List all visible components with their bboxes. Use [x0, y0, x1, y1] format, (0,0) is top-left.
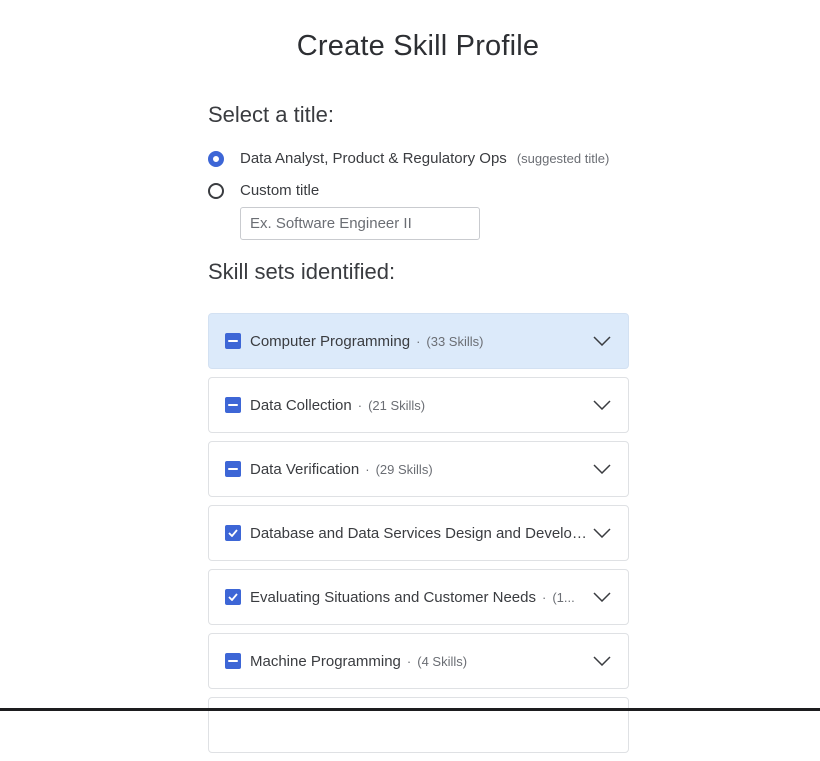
separator-dot: ·: [357, 397, 363, 413]
custom-title-input[interactable]: [240, 207, 480, 240]
skill-set-item[interactable]: Machine Programming · (4 Skills): [208, 633, 629, 689]
suggested-title-note: (suggested title): [516, 151, 610, 166]
checkbox-indeterminate-icon[interactable]: [225, 333, 241, 349]
chevron-down-icon[interactable]: [592, 459, 612, 479]
skill-sets-heading: Skill sets identified:: [208, 259, 396, 284]
skill-set-item[interactable]: Data Verification · (29 Skills): [208, 441, 629, 497]
checkbox-indeterminate-icon[interactable]: [225, 461, 241, 477]
separator-dot: ·: [542, 589, 547, 605]
custom-title-option[interactable]: Custom title: [208, 182, 319, 199]
skill-set-name: Evaluating Situations and Customer Needs: [250, 588, 536, 606]
radio-selected-icon[interactable]: [208, 150, 224, 167]
suggested-title-label: Data Analyst, Product & Regulatory Ops: [240, 150, 507, 167]
skill-set-item[interactable]: Evaluating Situations and Customer Needs…: [208, 569, 629, 625]
chevron-down-icon[interactable]: [592, 587, 612, 607]
radio-unselected-icon[interactable]: [208, 182, 224, 199]
select-title-heading: Select a title:: [208, 102, 334, 127]
checkbox-checked-icon[interactable]: [225, 525, 241, 541]
skill-set-name: Database and Data Services Design and De…: [250, 524, 590, 542]
chevron-down-icon[interactable]: [592, 395, 612, 415]
suggested-title-option[interactable]: Data Analyst, Product & Regulatory Ops (…: [208, 150, 609, 167]
skill-set-name: Data Verification: [250, 460, 360, 478]
skill-count: (1...: [552, 589, 575, 605]
skill-set-name: Computer Programming: [250, 332, 411, 350]
checkbox-checked-icon[interactable]: [225, 589, 241, 605]
skill-count: (21 Skills): [368, 397, 426, 413]
separator-dot: ·: [406, 653, 412, 669]
checkbox-indeterminate-icon[interactable]: [225, 397, 241, 413]
skill-count: (33 Skills): [426, 333, 484, 349]
skill-set-item[interactable]: Computer Programming · (33 Skills): [208, 313, 629, 369]
chevron-down-icon[interactable]: [592, 523, 612, 543]
separator-dot: ·: [416, 333, 421, 349]
skill-count: (29 Skills): [375, 461, 433, 477]
page-title: Create Skill Profile: [296, 30, 540, 62]
skill-set-item[interactable]: Database and Data Services Design and De…: [208, 505, 629, 561]
chevron-down-icon[interactable]: [592, 331, 612, 351]
skill-count: (4 Skills): [417, 653, 468, 669]
skill-set-list: Computer Programming · (33 Skills) Data Co…: [208, 313, 629, 761]
custom-title-label: Custom title: [240, 182, 320, 199]
skill-set-item[interactable]: Data Collection · (21 Skills): [208, 377, 629, 433]
skill-set-item-partial[interactable]: [208, 697, 629, 753]
skill-set-name: Machine Programming: [250, 652, 401, 670]
separator-dot: ·: [365, 461, 370, 477]
checkbox-indeterminate-icon[interactable]: [225, 653, 241, 669]
chevron-down-icon[interactable]: [592, 651, 612, 671]
skill-set-name: Data Collection: [250, 396, 352, 414]
